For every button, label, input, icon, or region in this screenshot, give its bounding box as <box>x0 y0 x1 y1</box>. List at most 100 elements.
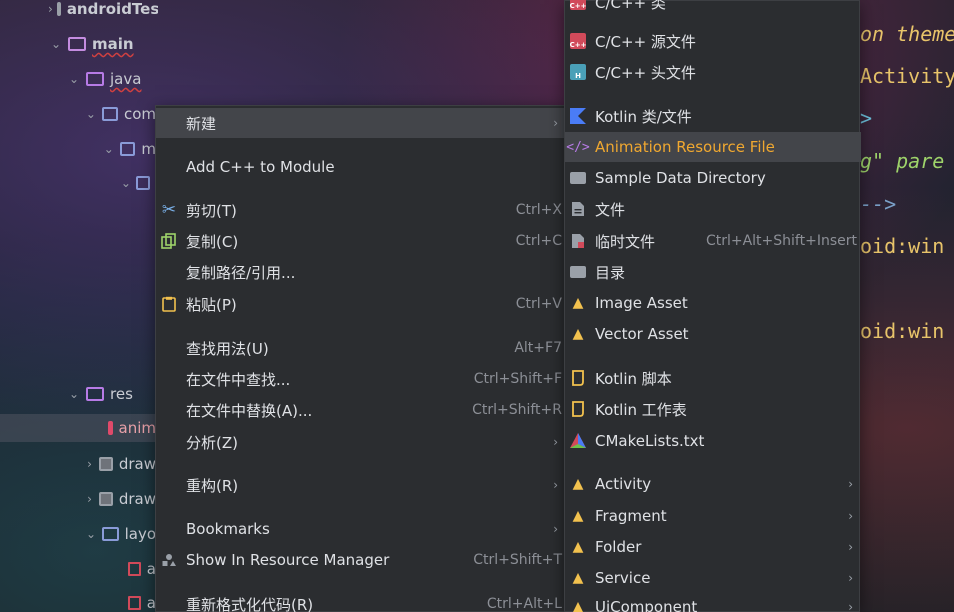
menu-item-copy-path[interactable]: 复制路径/引用... <box>156 257 564 287</box>
submenu-item-vector-asset[interactable]: ▲ Vector Asset <box>565 319 859 349</box>
submenu-item-cpp-source[interactable]: C++ C/C++ 源文件 <box>565 26 859 56</box>
kotlin-worksheet-icon <box>569 400 587 418</box>
anim-folder-icon <box>108 421 113 435</box>
menu-item-label: 临时文件 <box>595 232 656 251</box>
chevron-down-icon[interactable]: ⌄ <box>48 37 64 51</box>
tree-item-layout-file[interactable]: a <box>104 555 156 583</box>
android-icon: ▲ <box>572 476 584 492</box>
menu-item-label: UiComponent <box>595 598 698 612</box>
tree-item-label: res <box>110 385 133 403</box>
tree-item-label: main <box>92 35 134 53</box>
menu-item-label: Kotlin 脚本 <box>595 369 672 388</box>
tree-item-label: layo <box>124 525 156 543</box>
tree-item-label: draw <box>118 490 156 508</box>
chevron-right-icon[interactable]: › <box>84 492 95 506</box>
submenu-item-sample-data-directory[interactable]: Sample Data Directory <box>565 163 859 193</box>
menu-item-label: Service <box>595 569 651 587</box>
submenu-item-kotlin-worksheet[interactable]: Kotlin 工作表 <box>565 394 859 424</box>
submenu-item-folder[interactable]: ▲ Folder › <box>565 532 859 562</box>
menu-item-reformat-code[interactable]: 重新格式化代码(R) Ctrl+Alt+L <box>156 589 564 612</box>
tree-item-label: java <box>110 70 142 88</box>
chevron-right-icon: › <box>848 540 853 554</box>
submenu-item-image-asset[interactable]: ▲ Image Asset <box>565 288 859 318</box>
chevron-right-icon[interactable]: › <box>48 2 53 16</box>
menu-item-shortcut: Ctrl+Shift+T <box>473 552 562 568</box>
menu-item-replace-in-files[interactable]: 在文件中替换(A)... Ctrl+Shift+R <box>156 395 564 425</box>
copy-icon <box>160 232 178 250</box>
chevron-right-icon: › <box>848 477 853 491</box>
scratch-file-icon <box>569 232 587 250</box>
tree-item-label: m <box>141 140 156 158</box>
menu-item-refactor[interactable]: 重构(R) › <box>156 470 564 500</box>
chevron-down-icon[interactable]: ⌄ <box>84 107 98 121</box>
menu-item-label: 文件 <box>595 200 626 219</box>
submenu-item-kotlin-class[interactable]: Kotlin 类/文件 <box>565 101 859 131</box>
context-menu: 新建 › Add C++ to Module ✂ 剪切(T) Ctrl+X 复制… <box>155 105 565 612</box>
submenu-item-cmakelists[interactable]: CMakeLists.txt <box>565 426 859 456</box>
code-line: --> <box>860 192 897 216</box>
chevron-down-icon[interactable]: ⌄ <box>66 387 82 401</box>
chevron-right-icon[interactable]: › <box>84 457 95 471</box>
code-line: oid:win <box>860 319 945 343</box>
submenu-item-scratch-file[interactable]: 临时文件 Ctrl+Alt+Shift+Insert <box>565 226 859 256</box>
tree-item-androidtest[interactable]: › androidTest <box>48 0 158 23</box>
menu-item-find-in-files[interactable]: 在文件中查找... Ctrl+Shift+F <box>156 364 564 394</box>
tree-item-res[interactable]: ⌄ res <box>66 380 158 408</box>
tree-item-package[interactable]: ⌄ m <box>102 135 156 163</box>
tree-item-package[interactable]: ⌄ <box>120 169 156 197</box>
tree-item-label: draw <box>118 455 156 473</box>
menu-item-paste[interactable]: 粘贴(P) Ctrl+V <box>156 289 564 319</box>
tree-item-main[interactable]: ⌄ main <box>48 30 158 58</box>
tree-item-anim[interactable]: anim <box>0 414 156 442</box>
menu-item-show-in-resource-manager[interactable]: Show In Resource Manager Ctrl+Shift+T <box>156 545 564 575</box>
submenu-item-uicomponent[interactable]: ▲ UiComponent › <box>565 592 859 612</box>
menu-item-add-cpp[interactable]: Add C++ to Module <box>156 152 564 182</box>
clipboard-icon <box>160 295 178 313</box>
code-line: Activity <box>860 64 954 88</box>
submenu-item-activity[interactable]: ▲ Activity › <box>565 469 859 499</box>
menu-item-shortcut: Ctrl+Alt+Shift+Insert <box>705 233 857 249</box>
submenu-item-file[interactable]: 文件 <box>565 194 859 224</box>
chevron-right-icon: › <box>553 522 558 536</box>
chevron-right-icon: › <box>848 600 853 612</box>
submenu-item-directory[interactable]: 目录 <box>565 257 859 287</box>
folder-icon <box>99 457 113 471</box>
menu-item-copy[interactable]: 复制(C) Ctrl+C <box>156 226 564 256</box>
folder-icon <box>569 169 587 187</box>
tree-item-drawable[interactable]: › draw <box>84 450 156 478</box>
chevron-right-icon: › <box>553 116 558 130</box>
folder-icon <box>68 37 86 51</box>
tree-item-java[interactable]: ⌄ java <box>66 65 158 93</box>
menu-item-label: 查找用法(U) <box>186 339 269 358</box>
menu-item-new[interactable]: 新建 › <box>156 108 564 138</box>
tree-item-layout-file[interactable]: a <box>104 589 156 612</box>
menu-item-analyze[interactable]: 分析(Z) › <box>156 427 564 457</box>
menu-item-find-usages[interactable]: 查找用法(U) Alt+F7 <box>156 333 564 363</box>
submenu-item-animation-resource-file[interactable]: </> Animation Resource File <box>565 132 861 162</box>
submenu-item-kotlin-script[interactable]: Kotlin 脚本 <box>565 363 859 393</box>
chevron-down-icon[interactable]: ⌄ <box>66 72 82 86</box>
code-line: g" pare <box>860 149 945 173</box>
tree-item-layout[interactable]: ⌄ layo <box>84 520 156 548</box>
menu-item-cut[interactable]: ✂ 剪切(T) Ctrl+X <box>156 195 564 225</box>
kotlin-icon <box>569 107 587 125</box>
resource-manager-icon <box>160 551 178 569</box>
menu-item-label: Kotlin 类/文件 <box>595 107 692 126</box>
chevron-right-icon: › <box>553 435 558 449</box>
submenu-item-cpp-header[interactable]: H C/C++ 头文件 <box>565 57 859 87</box>
folder-icon <box>569 263 587 281</box>
menu-item-label: 在文件中替换(A)... <box>186 401 313 420</box>
tree-item-com[interactable]: ⌄ com <box>84 100 156 128</box>
menu-item-bookmarks[interactable]: Bookmarks › <box>156 514 564 544</box>
tree-item-drawable[interactable]: › draw <box>84 485 156 513</box>
menu-item-label: 重新格式化代码(R) <box>186 595 314 612</box>
submenu-item-service[interactable]: ▲ Service › <box>565 563 859 593</box>
chevron-down-icon[interactable]: ⌄ <box>120 176 132 190</box>
submenu-item-fragment[interactable]: ▲ Fragment › <box>565 501 859 531</box>
chevron-down-icon[interactable]: ⌄ <box>84 527 98 541</box>
menu-item-label: Fragment <box>595 507 667 525</box>
submenu-item-cpp-class[interactable]: C++ C/C++ 类 <box>565 0 859 17</box>
chevron-right-icon: › <box>848 509 853 523</box>
chevron-down-icon[interactable]: ⌄ <box>102 142 116 156</box>
chevron-right-icon: › <box>553 478 558 492</box>
